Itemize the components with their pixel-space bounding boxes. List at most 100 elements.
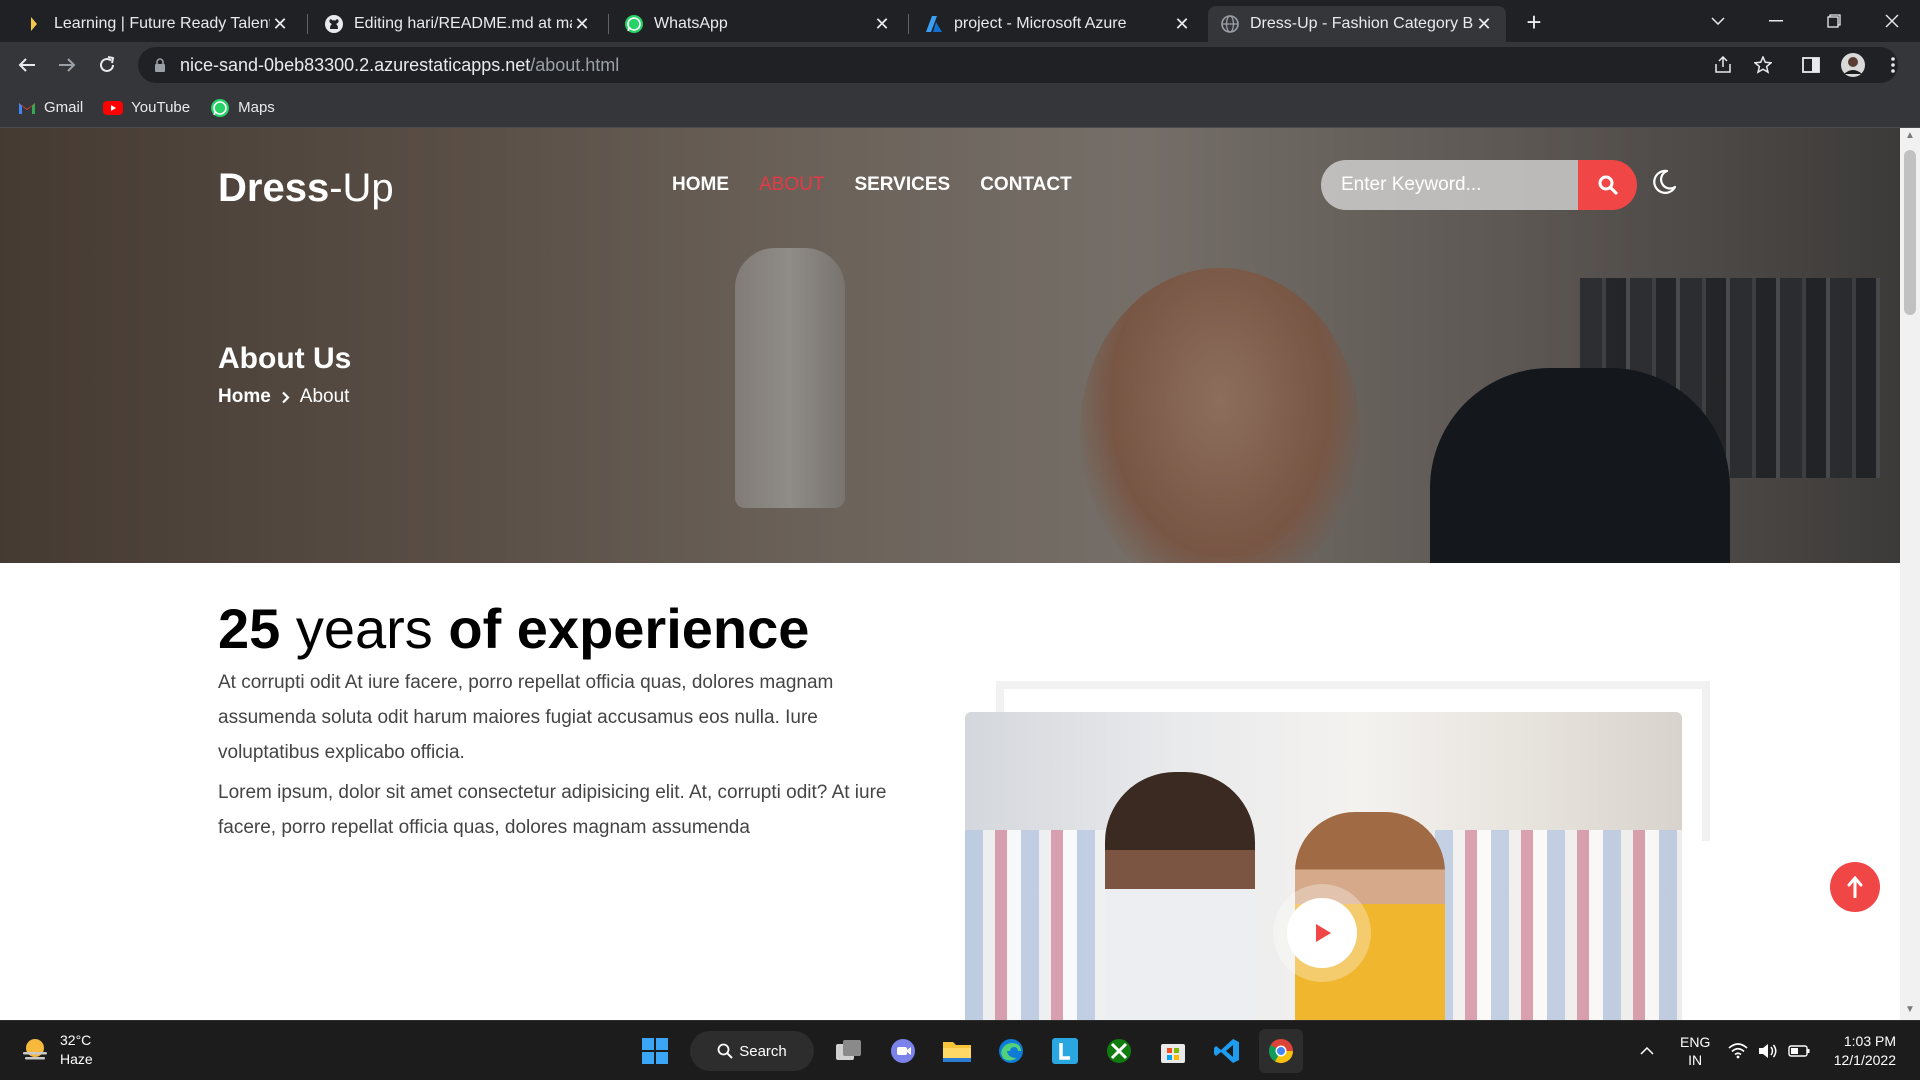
play-video-button[interactable] (1287, 898, 1357, 968)
share-icon[interactable] (1708, 50, 1738, 80)
nav-about[interactable]: ABOUT (759, 174, 824, 196)
nav-contact[interactable]: CONTACT (980, 174, 1071, 196)
windows-start-icon[interactable] (633, 1029, 677, 1073)
page-viewport: Dress-Up HOME ABOUT SERVICES CONTACT Abo… (0, 128, 1900, 1020)
close-icon[interactable]: ✕ (572, 14, 592, 35)
url-text: nice-sand-0beb83300.2.azurestaticapps.ne… (180, 55, 619, 76)
vscode-icon[interactable] (1205, 1029, 1249, 1073)
arrow-up-icon (1847, 876, 1863, 898)
back-arrow-icon[interactable] (12, 50, 42, 80)
page-title: About Us (218, 342, 352, 375)
page-scrollbar[interactable]: ▲ ▼ (1900, 128, 1920, 1020)
close-icon[interactable]: ✕ (1172, 14, 1192, 35)
clothes-rack-image (1435, 830, 1682, 1020)
tab-divider (307, 14, 308, 34)
bookmark-label: Gmail (44, 99, 84, 116)
xbox-icon[interactable] (1097, 1029, 1141, 1073)
taskbar-apps: Search (628, 1029, 1308, 1073)
volume-icon[interactable] (1758, 1021, 1778, 1080)
nav-home[interactable]: HOME (672, 174, 729, 196)
breadcrumb-current: About (299, 386, 350, 407)
restore-icon[interactable] (1806, 0, 1862, 42)
url-path: /about.html (530, 54, 620, 75)
scroll-thumb[interactable] (1904, 150, 1916, 315)
scroll-down-arrow-icon[interactable]: ▼ (1904, 1004, 1916, 1016)
taskbar-search-label: Search (739, 1042, 787, 1060)
edge-icon[interactable] (989, 1029, 1033, 1073)
clock[interactable]: 1:03 PM 12/1/2022 (1830, 1021, 1896, 1080)
scroll-up-arrow-icon[interactable]: ▲ (1904, 130, 1916, 142)
close-icon[interactable]: ✕ (872, 14, 892, 35)
l-app-icon[interactable] (1043, 1029, 1087, 1073)
maps-icon (210, 98, 230, 118)
weather-widget[interactable]: 32°C Haze (20, 1031, 93, 1069)
microsoft-store-icon[interactable] (1151, 1029, 1195, 1073)
tab-title: Learning | Future Ready Talent (54, 15, 270, 32)
language-code: ENG (1680, 1034, 1711, 1050)
shopper-image (1105, 772, 1255, 1020)
tab-whatsapp[interactable]: WhatsApp ✕ (612, 6, 904, 42)
headline-number: 25 (218, 597, 281, 660)
bookmarks-bar: Gmail YouTube Maps (0, 88, 1920, 128)
url-host: nice-sand-0beb83300.2.azurestaticapps.ne… (180, 54, 531, 75)
chrome-icon[interactable] (1259, 1029, 1303, 1073)
about-video-thumbnail[interactable] (965, 712, 1682, 1020)
tray-overflow-chevron-icon[interactable] (1640, 1021, 1654, 1080)
back-to-top-button[interactable] (1830, 862, 1880, 912)
close-window-icon[interactable] (1864, 0, 1920, 42)
close-icon[interactable]: ✕ (270, 14, 290, 35)
menu-kebab-icon[interactable] (1878, 50, 1908, 80)
site-search (1321, 160, 1637, 210)
about-paragraph-2: Lorem ipsum, dolor sit amet consectetur … (218, 782, 887, 838)
tab-future-ready-talent[interactable]: Learning | Future Ready Talent ✕ (12, 6, 302, 42)
tab-search-chevron-icon[interactable] (1690, 0, 1746, 42)
breadcrumb-home[interactable]: Home (218, 386, 271, 408)
dark-mode-toggle[interactable] (1648, 166, 1680, 198)
weather-temperature: 32°C (60, 1032, 92, 1048)
tab-title: Editing hari/README.md at main (354, 15, 572, 32)
taskbar-search-button[interactable]: Search (690, 1031, 814, 1071)
bookmark-youtube[interactable]: YouTube (103, 99, 190, 116)
close-icon[interactable]: ✕ (1474, 14, 1494, 35)
minimize-icon[interactable] (1748, 0, 1804, 42)
tab-github-readme[interactable]: Editing hari/README.md at main ✕ (312, 6, 604, 42)
headline-bold: of experience (448, 597, 810, 660)
tab-azure-project[interactable]: project - Microsoft Azure ✕ (912, 6, 1204, 42)
wifi-icon[interactable] (1728, 1021, 1748, 1080)
search-input[interactable] (1321, 160, 1578, 210)
new-tab-button[interactable]: + (1520, 8, 1548, 36)
about-paragraph-1: At corrupti odit At iure facere, porro r… (218, 672, 834, 763)
tab-dress-up[interactable]: Dress-Up - Fashion Category Boo ✕ (1208, 6, 1506, 42)
forward-arrow-icon[interactable] (52, 50, 82, 80)
search-icon (717, 1043, 733, 1059)
reload-icon[interactable] (92, 50, 122, 80)
language-indicator[interactable]: ENG IN (1680, 1021, 1710, 1080)
teams-chat-icon[interactable] (881, 1029, 925, 1073)
nav-services[interactable]: SERVICES (854, 174, 950, 196)
tab-title: Dress-Up - Fashion Category Boo (1250, 15, 1474, 32)
bookmark-label: YouTube (131, 99, 191, 116)
clothes-rack-image (965, 830, 1105, 1020)
profile-avatar[interactable] (1838, 50, 1868, 80)
lock-icon (154, 57, 166, 73)
task-view-icon[interactable] (827, 1029, 871, 1073)
globe-icon (1220, 14, 1240, 34)
tab-divider (608, 14, 609, 34)
tab-divider (908, 14, 909, 34)
whatsapp-icon (624, 14, 644, 34)
gmail-icon (18, 101, 36, 115)
bookmark-maps[interactable]: Maps (210, 98, 275, 118)
tab-title: WhatsApp (654, 15, 728, 32)
headline-light: years (295, 597, 433, 660)
bookmark-gmail[interactable]: Gmail (18, 99, 83, 116)
site-logo[interactable]: Dress-Up (218, 166, 394, 211)
address-bar[interactable]: nice-sand-0beb83300.2.azurestaticapps.ne… (138, 47, 1898, 83)
bookmark-star-icon[interactable] (1748, 50, 1778, 80)
file-explorer-icon[interactable] (935, 1029, 979, 1073)
side-panel-icon[interactable] (1796, 50, 1826, 80)
play-icon (1311, 922, 1333, 944)
search-button[interactable] (1578, 160, 1637, 210)
battery-icon[interactable] (1788, 1021, 1810, 1080)
tab-title: project - Microsoft Azure (954, 15, 1127, 32)
region-code: IN (1688, 1052, 1703, 1068)
